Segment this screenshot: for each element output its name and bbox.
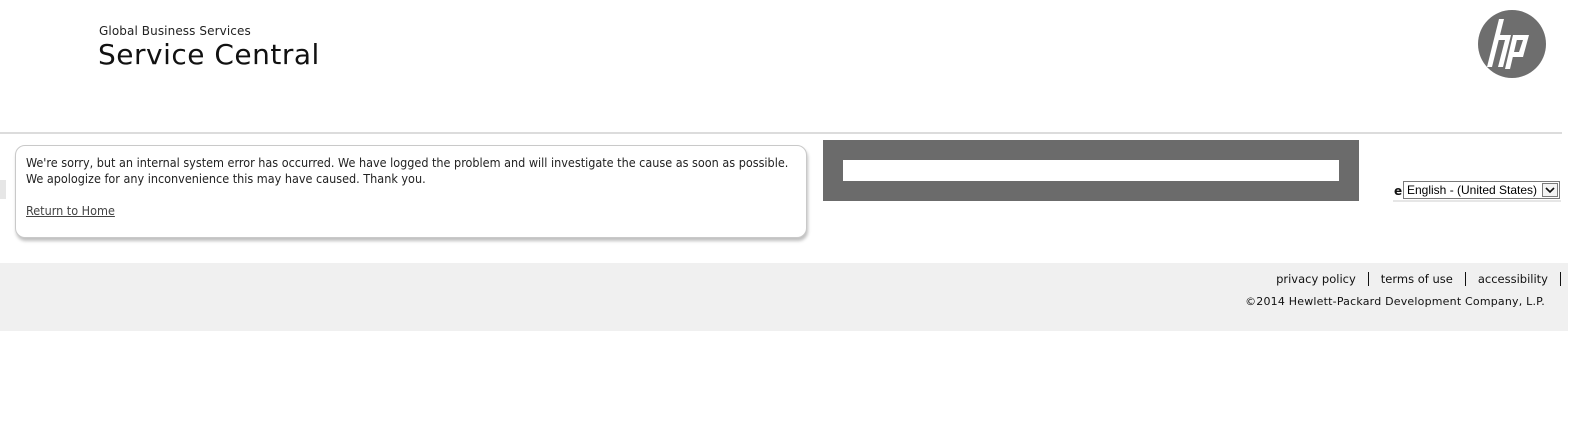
return-to-home-link[interactable]: Return to Home (26, 203, 115, 218)
error-panel: We're sorry, but an internal system erro… (15, 145, 807, 238)
chevron-down-icon (1545, 187, 1555, 194)
language-prefix: e (1394, 184, 1403, 198)
footer-separator (1560, 272, 1561, 286)
header: Global Business Services Service Central (0, 0, 1581, 134)
hp-logo-icon[interactable] (1477, 9, 1547, 79)
search-input[interactable] (843, 160, 1339, 181)
language-selected-value: English - (United States) (1407, 183, 1538, 197)
language-select[interactable]: English - (United States) (1403, 181, 1560, 199)
language-dropdown-button[interactable] (1542, 183, 1558, 197)
privacy-policy-link[interactable]: privacy policy (1264, 272, 1368, 286)
copyright-notice: ©2014 Hewlett-Packard Development Compan… (1245, 295, 1545, 308)
header-divider (0, 132, 1562, 134)
page: Global Business Services Service Central… (0, 0, 1581, 429)
brand-subtitle: Global Business Services (99, 24, 251, 38)
brand-title: Service Central (98, 38, 320, 71)
error-message-line-1: We're sorry, but an internal system erro… (26, 155, 789, 170)
terms-of-use-link[interactable]: terms of use (1369, 272, 1465, 286)
accessibility-link[interactable]: accessibility (1466, 272, 1560, 286)
search-frame (823, 140, 1359, 201)
footer-links: privacy policy terms of use accessibilit… (1264, 272, 1561, 286)
left-edge-tab (0, 180, 6, 199)
language-rail (1393, 200, 1561, 202)
error-message-line-2: We apologize for any inconvenience this … (26, 171, 426, 186)
footer: privacy policy terms of use accessibilit… (0, 263, 1568, 331)
